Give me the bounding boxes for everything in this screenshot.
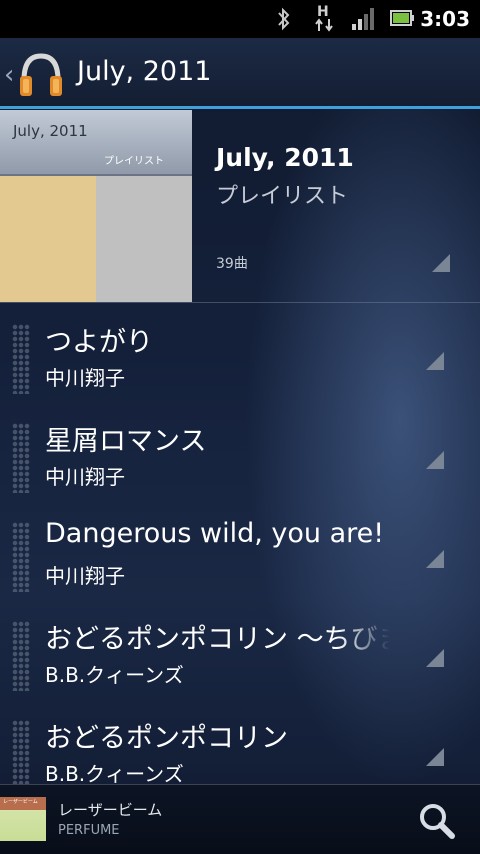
- track-artist: 中川翔子: [45, 564, 125, 588]
- search-icon[interactable]: [414, 799, 460, 843]
- playlist-menu-icon[interactable]: [432, 254, 450, 272]
- chevron-left-icon[interactable]: ‹: [4, 60, 18, 90]
- track-artist: 中川翔子: [45, 366, 125, 390]
- drag-handle-icon[interactable]: [12, 324, 30, 394]
- drag-handle-icon[interactable]: [12, 621, 30, 691]
- playlist-subtitle: プレイリスト: [216, 184, 349, 209]
- track-title: おどるポンポコリン: [45, 723, 288, 754]
- track-row[interactable]: おどるポンポコリン 〜ちびまる B.B.クィーンズ: [0, 601, 480, 701]
- drag-handle-icon[interactable]: [12, 720, 30, 790]
- art-subtitle-text: プレイリスト: [104, 156, 164, 167]
- track-title: 星屑ロマンス: [45, 426, 207, 457]
- app-header: [0, 38, 480, 106]
- thumbnail-caption: レーザービーム: [3, 799, 38, 805]
- track-menu-icon[interactable]: [426, 748, 444, 766]
- playlist-title: July, 2011: [216, 143, 354, 172]
- data-activity-icon: H: [314, 4, 336, 34]
- track-title: Dangerous wild, you are!: [45, 518, 385, 549]
- art-tan-block: [0, 176, 96, 302]
- status-bar: H 3:03: [0, 0, 480, 38]
- now-playing-thumbnail[interactable]: レーザービーム: [0, 797, 46, 841]
- now-playing-artist: PERFUME: [58, 823, 120, 838]
- track-row[interactable]: Dangerous wild, you are! 中川翔子: [0, 502, 480, 602]
- track-menu-icon[interactable]: [426, 451, 444, 469]
- track-title: つよがり: [45, 327, 153, 358]
- track-artist: 中川翔子: [45, 465, 125, 489]
- track-artist: B.B.クィーンズ: [45, 663, 184, 687]
- art-title-text: July, 2011: [13, 122, 88, 140]
- battery-icon: [390, 10, 414, 26]
- drag-handle-icon[interactable]: [12, 522, 30, 592]
- now-playing-bar[interactable]: レーザービーム レーザービーム PERFUME: [0, 784, 480, 854]
- header-accent-rule: [0, 106, 480, 109]
- headphones-icon[interactable]: [18, 50, 64, 100]
- playlist-track-count: 39曲: [216, 256, 248, 272]
- drag-handle-icon[interactable]: [12, 423, 30, 493]
- track-row[interactable]: 星屑ロマンス 中川翔子: [0, 403, 480, 503]
- signal-icon: [352, 8, 374, 30]
- track-menu-icon[interactable]: [426, 352, 444, 370]
- divider: [0, 302, 480, 303]
- now-playing-title: レーザービーム: [58, 801, 163, 819]
- track-artist: B.B.クィーンズ: [45, 762, 184, 786]
- playlist-album-art[interactable]: July, 2011 プレイリスト: [0, 110, 192, 302]
- art-top-panel: July, 2011 プレイリスト: [0, 110, 192, 176]
- track-title: おどるポンポコリン 〜ちびまる: [45, 624, 390, 655]
- music-player-screen: H 3:03 ‹ July, 2011 July, 2011 プレイリスト Ju…: [0, 0, 480, 854]
- track-row[interactable]: つよがり 中川翔子: [0, 304, 480, 404]
- art-gray-block: [96, 176, 192, 302]
- bluetooth-icon: [278, 7, 290, 31]
- status-time: 3:03: [420, 7, 470, 31]
- track-menu-icon[interactable]: [426, 649, 444, 667]
- track-menu-icon[interactable]: [426, 550, 444, 568]
- page-title: July, 2011: [77, 56, 212, 87]
